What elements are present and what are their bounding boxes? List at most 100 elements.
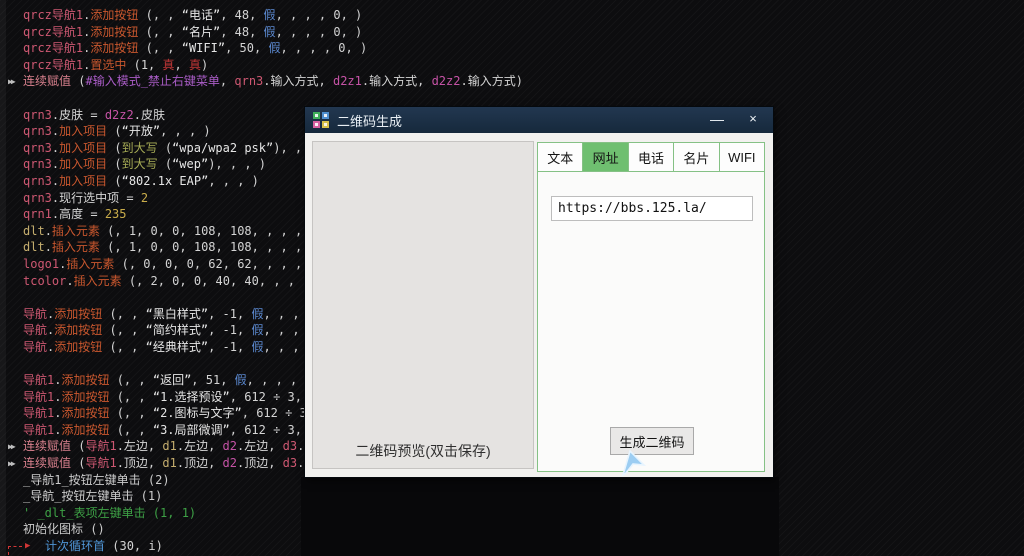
code-segment: ) [201, 58, 208, 72]
code-segment: ' _dlt_表项左键单击 (1, 1) [23, 506, 196, 520]
code-segment: , , , ) [208, 174, 259, 188]
code-segment: (, , [102, 307, 145, 321]
code-segment: 真 [189, 58, 201, 72]
close-button[interactable]: × [737, 107, 769, 133]
minimize-button[interactable]: — [701, 107, 733, 133]
code-segment: 添加按钮 [90, 41, 138, 55]
code-segment: . [66, 274, 73, 288]
code-segment: .顶边, [177, 456, 223, 470]
play-marker-icon: ▶▶ [8, 439, 14, 456]
code-segment: , , , , 0, ) [276, 25, 363, 39]
code-segment: 加入项目 [59, 157, 107, 171]
tab-text[interactable]: 文本 [538, 143, 583, 171]
code-segment: ( [158, 141, 172, 155]
tab-phone[interactable]: 电话 [629, 143, 674, 171]
code-segment: qrn3 [23, 191, 52, 205]
code-text: qrn3.加入项目 (“开放”, , , ) [23, 123, 211, 140]
qr-preview-panel[interactable]: 二维码预览(双击保存) [312, 141, 534, 469]
code-text: qrn3.加入项目 (“802.1x EAP”, , , ) [23, 173, 259, 190]
code-segment: , , , ) [160, 124, 211, 138]
code-segment: logo1 [23, 257, 59, 271]
code-segment: qrn3 [234, 74, 263, 88]
code-segment: 假 [264, 8, 276, 22]
code-segment: 到大写 [122, 157, 158, 171]
code-text: 导航1.添加按钮 (, , “3.局部微调”, 612 ÷ 3, 假, [23, 422, 328, 439]
code-segment: 假 [268, 41, 280, 55]
code-segment: 假 [264, 25, 276, 39]
code-segment: “1.选择预设” [153, 390, 230, 404]
code-segment: , 612 ÷ 3, [230, 390, 309, 404]
code-segment: 假 [251, 307, 263, 321]
code-segment: 假 [235, 373, 247, 387]
code-text: qrn3.加入项目 (到大写 (“wpa/wpa2 psk”), , , ) [23, 140, 331, 157]
code-segment: , -1, [208, 323, 251, 337]
code-segment: 导航1 [23, 423, 54, 437]
code-segment: qrn1 [23, 207, 52, 221]
code-segment: 连续赋值 [23, 456, 71, 470]
tab-label: 电话 [638, 148, 664, 167]
code-segment: ( [107, 157, 121, 171]
code-segment: 导航1 [23, 390, 54, 404]
code-segment: 导航1 [23, 373, 54, 387]
code-segment: (, , [109, 406, 152, 420]
tab-card[interactable]: 名片 [674, 143, 719, 171]
code-text: qrcz导航1.添加按钮 (, , “名片”, 48, 假, , , , 0, … [23, 24, 362, 41]
tab-wifi[interactable]: WIFI [720, 143, 764, 171]
code-segment: .高度 = [52, 207, 105, 221]
dialog-title: 二维码生成 [337, 111, 402, 130]
loop-arrow-icon: ▶ [25, 538, 30, 555]
dialog-shadow [301, 477, 779, 556]
code-segment: .皮肤 [134, 108, 165, 122]
code-segment: d3 [283, 439, 297, 453]
url-input[interactable] [551, 196, 753, 221]
code-segment: 添加按钮 [54, 307, 102, 321]
code-segment: “开放” [122, 124, 160, 138]
code-text: dlt.插入元素 (, 1, 0, 0, 108, 108, , , , , ,… [23, 239, 346, 256]
code-segment: 插入元素 [74, 274, 122, 288]
code-segment: , 612 ÷ 3, [230, 423, 309, 437]
tab-label: WIFI [728, 150, 755, 165]
code-segment: .输入方式) [460, 74, 522, 88]
code-segment: dlt [23, 240, 45, 254]
code-segment: ( [107, 174, 121, 188]
code-segment: “wep” [172, 157, 208, 171]
code-segment: qrcz导航1 [23, 25, 83, 39]
code-segment: qrn3 [23, 157, 52, 171]
code-segment: 添加按钮 [90, 25, 138, 39]
code-line: ▶▶连续赋值 (#输入模式_禁止右键菜单, qrn3.输入方式, d2z1.输入… [0, 73, 1024, 90]
code-segment: , -1, [208, 307, 251, 321]
code-segment: (, , [109, 373, 152, 387]
code-segment: 导航1 [85, 456, 116, 470]
code-line: qrcz导航1.添加按钮 (, , “名片”, 48, 假, , , , 0, … [0, 24, 1024, 41]
code-text: qrcz导航1.添加按钮 (, , “电话”, 48, 假, , , , 0, … [23, 7, 362, 24]
code-segment: ( [158, 157, 172, 171]
code-segment: .顶边, [237, 456, 283, 470]
code-segment: “经典样式” [146, 340, 208, 354]
loop-elbow-icon [8, 546, 22, 555]
ide-screen: qrcz导航1.添加按钮 (, , “电话”, 48, 假, , , , 0, … [0, 0, 1024, 556]
generate-qr-button[interactable]: 生成二维码 [610, 427, 694, 455]
code-segment: “返回” [153, 373, 191, 387]
code-segment: “简约样式” [146, 323, 208, 337]
code-segment: dlt [23, 224, 45, 238]
code-segment: ( [107, 141, 121, 155]
code-segment: .顶边, [117, 456, 163, 470]
code-text: qrcz导航1.置选中 (1, 真, 真) [23, 57, 208, 74]
code-segment: .左边, [177, 439, 223, 453]
code-segment: 计次循环首 [45, 539, 105, 553]
code-segment: (, , [109, 423, 152, 437]
code-segment: (, , [102, 323, 145, 337]
code-text: 导航.添加按钮 (, , “经典样式”, -1, 假, , , , 0, [23, 339, 336, 356]
code-segment: ( [71, 74, 85, 88]
code-text: 导航1.添加按钮 (, , “2.图标与文字”, 612 ÷ 3, 假 [23, 405, 333, 422]
code-segment: tcolor [23, 274, 66, 288]
code-text: qrn3.现行选中项 = 2 [23, 190, 148, 207]
tab-url[interactable]: 网址 [583, 143, 628, 171]
code-segment: 连续赋值 [23, 439, 71, 453]
code-segment: , 48, [220, 25, 263, 39]
code-segment: ), , , ) [208, 157, 266, 171]
dialog-titlebar[interactable]: 二维码生成 — × [305, 107, 773, 133]
code-text: 连续赋值 (#输入模式_禁止右键菜单, qrn3.输入方式, d2z1.输入方式… [23, 73, 523, 90]
code-segment: (, 2, 0, 0, 40, 40, , , , , [122, 274, 332, 288]
code-segment: d2z2 [105, 108, 134, 122]
